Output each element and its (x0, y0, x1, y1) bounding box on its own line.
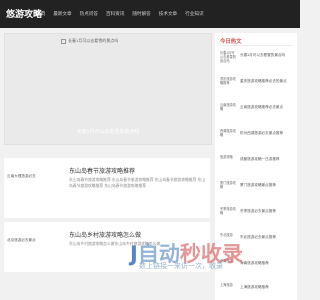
hero-caption[interactable]: 长春1月可以去看雪的景点吗 (5, 128, 211, 135)
sidebar-article-title[interactable]: 海南旅游攻略推荐 (240, 261, 294, 266)
post-excerpt: 东山岛春节旅游攻略推荐 东山岛春节旅游攻略推荐 东山岛春节旅游攻略推荐 东山岛春… (69, 178, 206, 188)
nav-item-home[interactable]: 首页 (36, 11, 45, 17)
divider (220, 45, 292, 46)
nav-item-answers[interactable]: 随时解答 (132, 11, 150, 17)
sidebar-article-title[interactable]: 重庆旅游攻略推荐必去的景点 (240, 79, 294, 84)
top-navbar: 悠游攻略 首页 最新文章 热点问答 百科资讯 随时解答 技术文章 行业知识 (0, 0, 300, 28)
sidebar-article-thumb[interactable]: 长春1月可以去看雪的景点吗 (220, 51, 237, 71)
post-title[interactable]: 东山岛春节旅游攻略推荐 (69, 166, 135, 175)
sidebar-article-thumb[interactable]: 西湖旅游攻略 (220, 129, 237, 149)
sidebar-article-thumb[interactable]: 厦门旅游攻略 (220, 181, 237, 201)
sidebar-article[interactable]: 西湖旅游攻略 杭州西湖旅游必去景点推荐 (220, 129, 294, 155)
hero-image-alt: 长春1月可以去看雪的景点吗 (68, 38, 119, 43)
sidebar-article-thumb[interactable]: 云南旅游攻略 (220, 103, 237, 123)
sidebar-article[interactable]: 冬季旅游攻略 冬季旅游必去景点推荐 (220, 207, 294, 233)
hero-banner[interactable]: 长春1月可以去看雪的景点吗 长春1月可以去看雪的景点吗 (4, 33, 212, 145)
sidebar-article-title[interactable]: 杭州西湖旅游必去景点推荐 (240, 131, 294, 136)
nav-item-qa[interactable]: 热点问答 (80, 11, 98, 17)
broken-image: 长春1月可以去看雪的景点吗 (61, 38, 118, 44)
sidebar-article[interactable]: 重庆旅游攻略推荐 重庆旅游攻略推荐必去的景点 (220, 77, 294, 103)
sidebar-article-title[interactable]: 冬季旅游必去景点推荐 (240, 209, 294, 214)
sidebar-article-thumb[interactable]: 旅游攻略 (220, 155, 237, 175)
watermark-tagline: 数上链接一来访一次，收录 (139, 263, 223, 270)
sidebar-article[interactable]: 旅游攻略 成都旅游攻略一日游推荐 (220, 155, 294, 181)
sidebar-article-title[interactable]: 云南旅游攻略推荐必去景点 (240, 105, 294, 110)
sidebar-article[interactable]: 上海旅游 上海旅游攻略推荐 (220, 283, 294, 300)
nav-item-news[interactable]: 百科资讯 (106, 11, 124, 17)
post-card[interactable]: 云南大理旅游必去 东山岛春节旅游攻略推荐 东山岛春节旅游攻略推荐 东山岛春节旅游… (4, 158, 210, 218)
nav-item-latest[interactable]: 最新文章 (53, 11, 71, 17)
post-thumbnail-alt: 北京旅游必去景点 (7, 238, 36, 242)
sidebar-article-title[interactable]: 东北旅游必去景点推荐 (240, 235, 294, 240)
sidebar-article-thumb[interactable]: 冬季旅游攻略 (220, 207, 237, 227)
sidebar-article-thumb[interactable]: 重庆旅游攻略推荐 (220, 77, 237, 97)
post-thumbnail[interactable]: 云南大理旅游必去 (7, 164, 63, 204)
sidebar-article-title[interactable]: 厦门旅游攻略景点推荐 (240, 183, 294, 188)
post-thumbnail-alt: 云南大理旅游必去 (7, 174, 36, 178)
sidebar-title: 今日热文 (220, 39, 242, 45)
sidebar-article-title[interactable]: 上海旅游攻略推荐 (240, 285, 294, 290)
nav-item-tech[interactable]: 技术文章 (159, 11, 177, 17)
broken-image-icon (61, 38, 66, 44)
sidebar-article-thumb[interactable]: 上海旅游 (220, 283, 237, 300)
sidebar-article[interactable]: 云南旅游攻略 云南旅游攻略推荐必去景点 (220, 103, 294, 129)
sidebar-article[interactable]: 厦门旅游攻略 厦门旅游攻略景点推荐 (220, 181, 294, 207)
nav-item-industry[interactable]: 行业知识 (185, 11, 203, 17)
post-thumbnail[interactable]: 北京旅游必去景点 (7, 228, 63, 268)
sidebar-article-title[interactable]: 长春1月可以去看雪的景点吗 (240, 53, 294, 58)
sidebar-article-title[interactable]: 成都旅游攻略一日游推荐 (240, 157, 294, 162)
sidebar-article[interactable]: 长春1月可以去看雪的景点吗 长春1月可以去看雪的景点吗 (220, 51, 294, 77)
main-nav: 首页 最新文章 热点问答 百科资讯 随时解答 技术文章 行业知识 (36, 0, 212, 28)
